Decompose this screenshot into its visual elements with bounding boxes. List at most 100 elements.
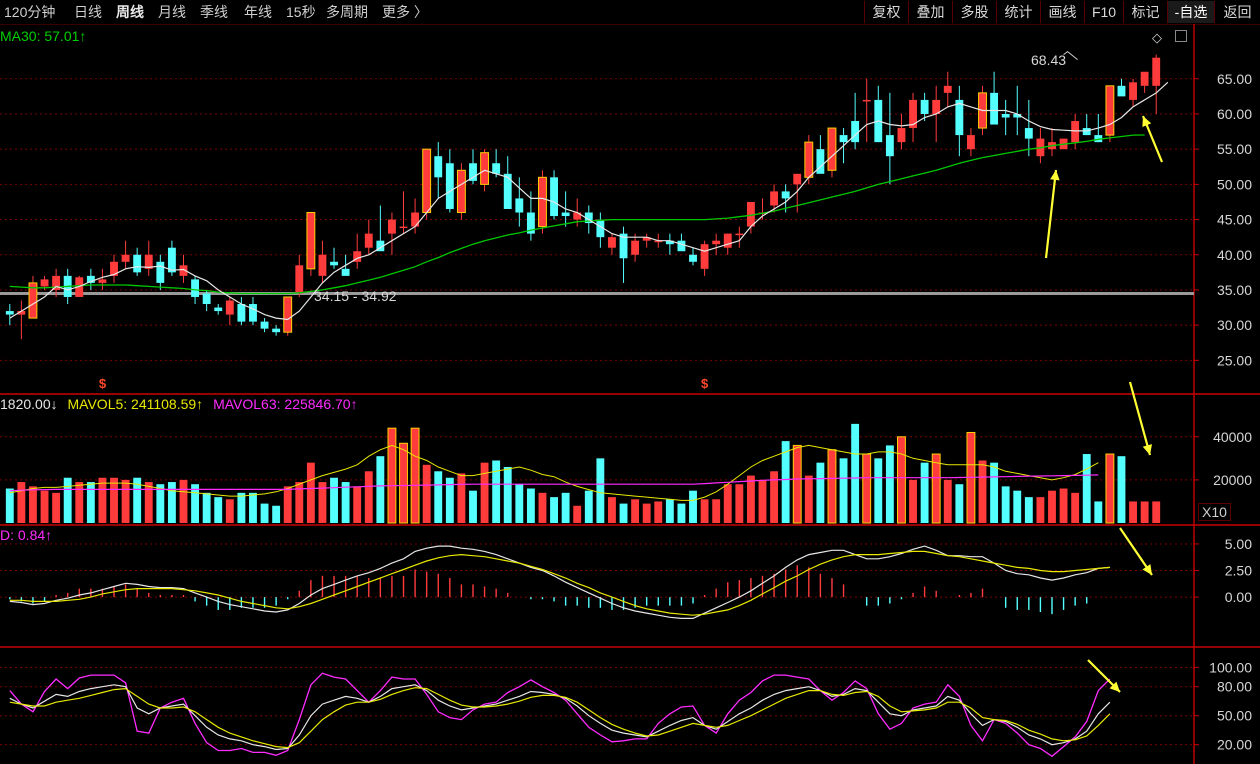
candle-down: [156, 261, 165, 283]
volume-bar: [503, 466, 512, 523]
volume-bar: [642, 503, 651, 523]
volume-bar: [1013, 490, 1022, 523]
volume-bar: [816, 462, 825, 523]
panel-toggle-icon[interactable]: [1175, 30, 1187, 42]
diamond-icon[interactable]: ◇: [1152, 30, 1162, 46]
candle-up: [712, 240, 721, 245]
candle-down: [781, 191, 790, 199]
candle-up: [735, 233, 744, 236]
volume-bar: [538, 492, 547, 523]
candle-up: [364, 233, 373, 248]
volume-bar: [144, 482, 153, 523]
volume-bar: [1082, 454, 1091, 523]
mavol63-legend: MAVOL63: 225846.70↑: [213, 396, 358, 412]
candle-down: [885, 135, 894, 157]
price-panel[interactable]: $ $: [0, 51, 1194, 391]
volume-bar: [202, 492, 211, 523]
price-tick-label: 45.00: [1217, 212, 1252, 228]
volume-bar: [1152, 501, 1161, 523]
candle-down: [1024, 128, 1033, 139]
macd-legend: D: 0.84↑: [0, 527, 53, 543]
volume-bar: [920, 462, 929, 523]
signal-marker: $: [99, 376, 107, 391]
volume-bar: [469, 490, 477, 523]
volume-bar: [434, 471, 443, 523]
volume-bar: [1140, 501, 1149, 523]
candle-down: [272, 328, 281, 333]
volume-bar: [723, 484, 732, 523]
signal-marker: $: [701, 376, 709, 391]
candle-up: [456, 169, 466, 214]
candle-down: [237, 304, 246, 322]
kdj-panel[interactable]: [9, 672, 1111, 758]
candle-down: [249, 304, 257, 322]
candle-up: [1105, 85, 1115, 136]
kdj-tick-label: 20.00: [1217, 737, 1252, 753]
candle-up: [1071, 121, 1080, 143]
macd-tick-label: 2.50: [1225, 563, 1252, 579]
candle-up: [40, 279, 49, 287]
volume-bar: [526, 488, 535, 523]
annotation-arrow: [1128, 381, 1152, 456]
volume-bar: [410, 427, 420, 524]
volume-bar: [480, 462, 489, 523]
volume-bar: [943, 479, 952, 523]
volume-bar: [5, 488, 14, 523]
volume-bar: [179, 479, 188, 523]
high-price-label: 68.43: [1031, 52, 1067, 68]
volume-bar: [399, 442, 408, 524]
volume-bar: [1036, 497, 1045, 523]
volume-panel[interactable]: [5, 423, 1161, 524]
candle-up: [793, 173, 802, 185]
candle-down: [955, 99, 964, 136]
macd-dea-line: [9, 550, 1110, 616]
candle-down: [492, 163, 501, 174]
macd-diff-line: [9, 545, 1110, 620]
volume-bar: [75, 482, 84, 523]
candle-down: [434, 156, 443, 178]
candle-up: [295, 265, 304, 294]
candle-up: [387, 219, 396, 234]
candle-down: [677, 240, 686, 252]
volume-bar: [1105, 453, 1115, 524]
volume-bar: [770, 471, 779, 523]
volume-tick-label: 20000: [1213, 472, 1252, 488]
volume-bar: [1117, 456, 1126, 523]
volume-bar: [689, 490, 697, 523]
volume-bar: [827, 449, 837, 524]
volume-bar: [63, 477, 72, 523]
candle-down: [990, 92, 999, 125]
macd-panel[interactable]: [9, 545, 1110, 620]
macd-tick-label: 0.00: [1225, 589, 1252, 605]
volume-bar: [17, 482, 26, 523]
annotation-arrow: [1044, 169, 1058, 259]
volume-bar: [631, 499, 640, 523]
candle-up: [700, 244, 709, 269]
candle-down: [330, 261, 338, 266]
volume-bar: [990, 462, 999, 523]
volume-bar: [191, 484, 200, 523]
volume-bar: [330, 477, 338, 523]
volume-bar: [700, 499, 709, 523]
volume-bar: [712, 499, 721, 523]
candle-up: [306, 212, 316, 270]
volume-bar: [272, 505, 281, 523]
volume-bar: [121, 479, 130, 523]
volume-bar: [909, 479, 917, 523]
price-tick-label: 35.00: [1217, 282, 1252, 298]
volume-tick-label: 40000: [1213, 429, 1252, 445]
ma30-legend: MA30: 57.01↑: [0, 28, 87, 44]
candle-down: [1082, 128, 1091, 136]
volume-unit-label: X10: [1198, 503, 1231, 521]
kdj-j-line: [9, 672, 1111, 758]
stock-chart[interactable]: $ $ 65.0060.0055.0050.0045.0040.0035.0030…: [0, 0, 1260, 764]
candle-up: [98, 279, 107, 283]
volume-bar: [457, 473, 466, 523]
volume-bar: [677, 503, 686, 523]
volume-bar: [792, 444, 802, 524]
volume-bar: [353, 486, 362, 523]
price-tick-label: 40.00: [1217, 247, 1252, 263]
candle-down: [202, 293, 211, 305]
candle-up: [804, 141, 814, 178]
kdj-tick-label: 80.00: [1217, 679, 1252, 695]
